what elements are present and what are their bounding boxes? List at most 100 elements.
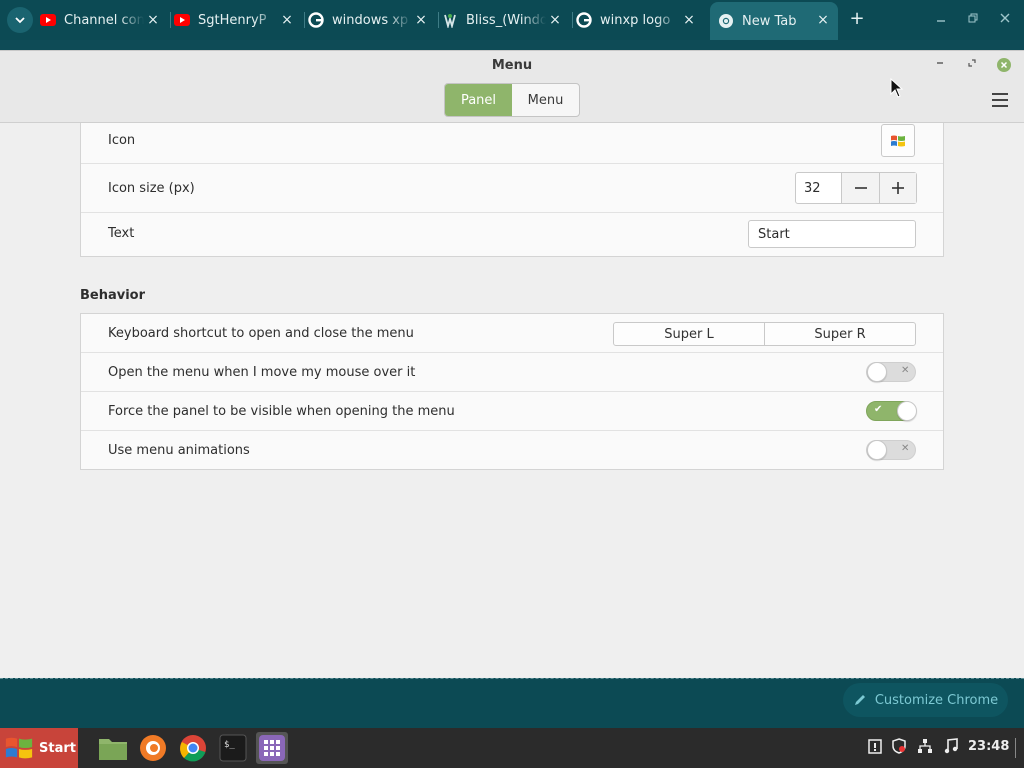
tab-title: Channel content bbox=[64, 12, 144, 28]
keybinding-secondary[interactable]: Super R bbox=[764, 323, 915, 345]
increment-button[interactable] bbox=[879, 173, 916, 203]
keybinding-primary[interactable]: Super L bbox=[614, 323, 764, 345]
taskbar: Start $_ 23:48 bbox=[0, 728, 1024, 768]
windows-flag-icon bbox=[5, 737, 33, 759]
new-tab-button[interactable]: + bbox=[848, 10, 866, 28]
behavior-section-title: Behavior bbox=[80, 288, 146, 303]
show-desktop-button[interactable] bbox=[1015, 738, 1021, 758]
chrome-icon bbox=[180, 735, 206, 762]
tab-title: Bliss_(Windows bbox=[466, 12, 546, 28]
menu-text-input[interactable]: Start bbox=[748, 220, 916, 248]
icon-size-value[interactable]: 32 bbox=[796, 173, 842, 203]
taskbar-clock[interactable]: 23:48 bbox=[968, 739, 1009, 754]
switch-knob bbox=[867, 362, 887, 382]
browser-tab[interactable]: Bliss_(Windows × bbox=[442, 6, 570, 34]
close-icon bbox=[1000, 61, 1008, 69]
window-minimize-button[interactable] bbox=[932, 10, 950, 28]
youtube-icon bbox=[174, 12, 190, 28]
force-panel-label: Force the panel to be visible when openi… bbox=[108, 404, 455, 419]
files-launcher[interactable] bbox=[97, 732, 129, 764]
checkmark-icon: ✔ bbox=[874, 404, 883, 415]
music-note-icon bbox=[944, 738, 958, 754]
tab-title: winxp logo bbox=[600, 12, 671, 28]
tab-separator bbox=[572, 12, 573, 28]
icon-chooser-button[interactable] bbox=[881, 124, 915, 157]
hover-open-row: Open the menu when I move my mouse over … bbox=[81, 353, 943, 392]
terminal-launcher[interactable]: $_ bbox=[217, 732, 249, 764]
tab-close-icon[interactable]: × bbox=[280, 13, 294, 27]
hamburger-menu-icon[interactable] bbox=[992, 93, 1008, 107]
tab-title: SgtHenryP bbox=[198, 12, 267, 28]
force-panel-toggle[interactable]: ✔ bbox=[866, 401, 917, 421]
minimize-icon bbox=[937, 20, 945, 22]
restore-icon bbox=[968, 13, 978, 23]
browser-tab-strip: Channel content × SgtHenryP × windows xp… bbox=[0, 0, 1024, 40]
browser-tab[interactable]: windows xp × bbox=[308, 6, 436, 34]
icon-row: Icon bbox=[81, 123, 943, 164]
mouse-pointer-icon bbox=[890, 78, 904, 98]
google-icon bbox=[308, 12, 324, 28]
decrement-button[interactable] bbox=[842, 173, 879, 203]
browser-tab[interactable]: SgtHenryP × bbox=[174, 6, 302, 34]
start-label: Start bbox=[39, 740, 76, 756]
tab-close-icon[interactable]: × bbox=[414, 13, 428, 27]
icon-label: Icon bbox=[108, 133, 136, 148]
tab-separator bbox=[170, 12, 171, 28]
windows-flag-icon bbox=[891, 135, 905, 146]
icon-size-row: Icon size (px) 32 bbox=[81, 164, 943, 213]
dialog-headerbar: Menu Panel Menu bbox=[0, 51, 1024, 123]
sound-tray-icon[interactable] bbox=[942, 738, 960, 756]
animations-toggle[interactable]: ✕ bbox=[866, 440, 916, 460]
youtube-icon bbox=[40, 12, 56, 28]
tab-close-icon[interactable]: × bbox=[682, 13, 696, 27]
tab-separator bbox=[304, 12, 305, 28]
browser-tab-active[interactable]: New Tab × bbox=[710, 2, 838, 40]
tab-title: windows xp bbox=[332, 12, 409, 28]
update-shield-tray-icon[interactable] bbox=[890, 738, 908, 756]
chrome-icon bbox=[718, 13, 734, 29]
tab-title: New Tab bbox=[742, 13, 797, 29]
switch-knob bbox=[897, 401, 917, 421]
google-icon bbox=[576, 12, 592, 28]
browser-tab[interactable]: winxp logo × bbox=[576, 6, 704, 34]
tab-close-icon[interactable]: × bbox=[548, 13, 562, 27]
shield-icon bbox=[892, 738, 906, 754]
network-tray-icon[interactable] bbox=[916, 738, 934, 756]
keyboard-shortcut-label: Keyboard shortcut to open and close the … bbox=[108, 326, 414, 341]
app-grid-launcher[interactable] bbox=[256, 732, 288, 764]
wikipedia-icon bbox=[442, 12, 458, 28]
minimize-icon bbox=[937, 62, 943, 64]
icon-size-label: Icon size (px) bbox=[108, 181, 195, 196]
firefox-launcher[interactable] bbox=[137, 732, 169, 764]
chevron-down-icon bbox=[15, 17, 25, 24]
dialog-close-button[interactable] bbox=[997, 58, 1011, 72]
behavior-frame: Keyboard shortcut to open and close the … bbox=[80, 313, 944, 470]
menu-settings-dialog: Menu Panel Menu Icon Icon size (px) 32 T… bbox=[0, 50, 1024, 678]
maximize-icon bbox=[968, 59, 976, 67]
window-restore-button[interactable] bbox=[964, 10, 982, 28]
chrome-launcher[interactable] bbox=[177, 732, 209, 764]
browser-tab[interactable]: Channel content × bbox=[40, 6, 168, 34]
network-icon bbox=[918, 739, 932, 753]
tab-close-icon[interactable]: × bbox=[146, 13, 160, 27]
start-button[interactable]: Start bbox=[0, 728, 78, 768]
notifications-tray-icon[interactable] bbox=[866, 738, 884, 756]
tab-panel[interactable]: Panel bbox=[445, 84, 512, 116]
firefox-icon bbox=[140, 735, 166, 761]
stack-switcher: Panel Menu bbox=[444, 83, 580, 117]
tab-close-icon[interactable]: × bbox=[816, 13, 830, 27]
dialog-maximize-button[interactable] bbox=[964, 57, 980, 73]
tab-menu[interactable]: Menu bbox=[512, 84, 579, 116]
customize-chrome-button[interactable]: Customize Chrome bbox=[843, 683, 1008, 717]
window-close-button[interactable] bbox=[996, 10, 1014, 28]
icon-size-spinbutton: 32 bbox=[795, 172, 917, 204]
keybinding-button: Super L Super R bbox=[613, 322, 916, 346]
dialog-minimize-button[interactable] bbox=[932, 57, 948, 73]
new-tab-page-footer: Customize Chrome bbox=[0, 678, 1024, 728]
force-panel-row: Force the panel to be visible when openi… bbox=[81, 392, 943, 431]
hover-open-toggle[interactable]: ✕ bbox=[866, 362, 916, 382]
folder-icon bbox=[99, 739, 127, 760]
text-row: Text Start bbox=[81, 213, 943, 256]
tab-search-button[interactable] bbox=[7, 7, 33, 33]
tab-separator bbox=[438, 12, 439, 28]
